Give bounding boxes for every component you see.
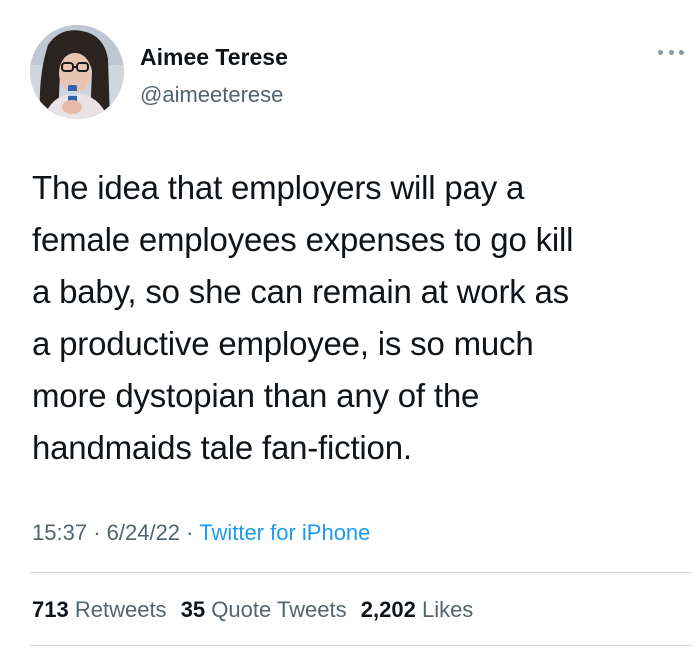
more-dot [658, 49, 663, 55]
more-dot [679, 49, 684, 55]
retweets-stat[interactable]: 713 Retweets [32, 597, 167, 622]
retweets-label: Retweets [74, 597, 167, 622]
quote-tweets-count: 35 [180, 597, 206, 622]
more-options-icon[interactable] [658, 42, 684, 62]
meta-separator: · [186, 520, 194, 545]
tweet-card: Aimee Terese @aimeeterese The idea that … [0, 0, 700, 659]
retweets-count: 713 [32, 597, 69, 622]
quote-tweets-label: Quote Tweets [211, 597, 347, 622]
avatar-image [30, 25, 124, 119]
tweet-metadata: 15:37 · 6/24/22 · Twitter for iPhone [32, 520, 370, 546]
tweet-date[interactable]: 6/24/22 [107, 520, 180, 545]
more-dot [668, 49, 674, 55]
quote-tweets-stat[interactable]: 35 Quote Tweets [181, 597, 347, 622]
tweet-stats: 713 Retweets 35 Quote Tweets 2,202 Likes [32, 597, 481, 623]
tweet-source-link[interactable]: Twitter for iPhone [199, 520, 370, 545]
divider [30, 645, 692, 646]
author-display-name[interactable]: Aimee Terese [140, 46, 288, 69]
avatar[interactable] [30, 25, 124, 119]
meta-separator: · [93, 520, 101, 545]
likes-label: Likes [421, 597, 474, 622]
tweet-text: The idea that employers will pay a femal… [32, 169, 574, 466]
divider [30, 572, 692, 573]
likes-stat[interactable]: 2,202 Likes [361, 597, 474, 622]
tweet-time[interactable]: 15:37 [32, 520, 87, 545]
author-handle[interactable]: @aimeeterese [140, 84, 283, 106]
likes-count: 2,202 [360, 597, 416, 622]
